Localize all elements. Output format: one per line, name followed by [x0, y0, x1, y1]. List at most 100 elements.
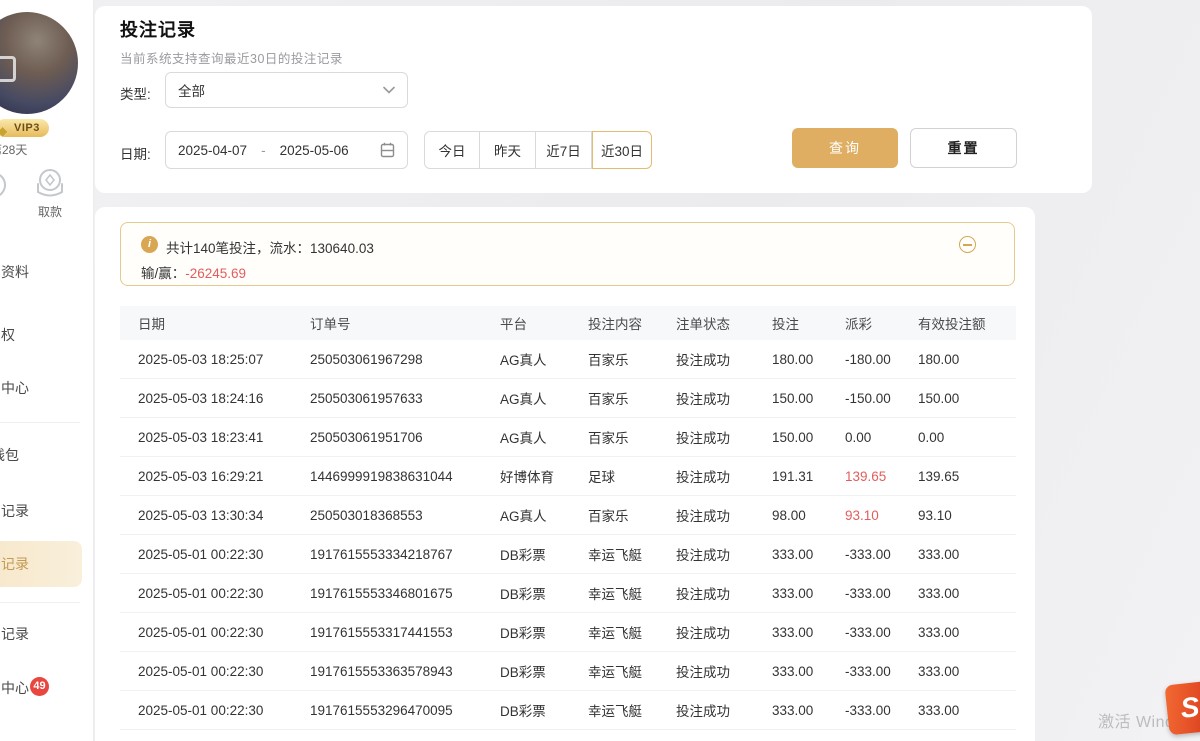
cell-valid-bet: 139.65 — [918, 469, 1016, 484]
sidebar-divider — [0, 602, 80, 603]
col-header-content: 投注内容 — [588, 313, 676, 333]
cell-date: 2025-05-03 18:23:41 — [138, 430, 310, 445]
quick-range-button[interactable]: 近30日 — [592, 131, 652, 169]
table-row: 2025-05-01 00:22:30 1917615553363578943 … — [120, 652, 1016, 691]
table-row: 2025-05-01 00:22:30 1917615553296470095 … — [120, 691, 1016, 730]
collapse-icon[interactable] — [959, 236, 976, 253]
chevron-down-icon — [383, 86, 395, 94]
cell-bet-amount: 333.00 — [772, 586, 845, 601]
cell-order-number: 250503061951706 — [310, 430, 500, 445]
quick-range-button[interactable]: 昨天 — [480, 131, 536, 169]
sidebar-item-records-2[interactable]: 记录 — [0, 624, 94, 646]
summary-totals-text: 共计140笔投注，流水：130640.03 — [166, 237, 374, 257]
cell-bet-amount: 150.00 — [772, 430, 845, 445]
betting-records-page: ◆ VIP3 第28天 取款 资料 权 中心 钱包 记录 记录 记录 — [0, 0, 1200, 741]
cell-valid-bet: 333.00 — [918, 703, 1016, 718]
cell-bet-content: 百家乐 — [588, 349, 676, 369]
cell-payout: 93.10 — [845, 508, 918, 523]
search-button[interactable]: 查询 — [792, 128, 898, 168]
cell-bet-amount: 191.31 — [772, 469, 845, 484]
cell-date: 2025-05-03 18:24:16 — [138, 391, 310, 406]
cell-bet-content: 百家乐 — [588, 505, 676, 525]
cell-payout: 0.00 — [845, 430, 918, 445]
col-header-date: 日期 — [138, 313, 310, 333]
signin-days-text: 第28天 — [0, 141, 70, 158]
page-subtitle: 当前系统支持查询最近30日的投注记录 — [120, 48, 343, 67]
winloss-value: -26245.69 — [185, 266, 246, 281]
date-end-value: 2025-05-06 — [280, 143, 349, 158]
sidebar-item-wallet[interactable]: 钱包 — [0, 445, 94, 467]
betting-records-table: 日期 订单号 平台 投注内容 注单状态 投注 派彩 有效投注额 2025-05-… — [120, 306, 1016, 730]
sidebar-item-center[interactable]: 中心 — [0, 378, 94, 400]
reset-button[interactable]: 重置 — [910, 128, 1017, 168]
cell-platform: AG真人 — [500, 505, 588, 525]
cell-platform: DB彩票 — [500, 583, 588, 603]
cell-order-number: 1917615553334218767 — [310, 547, 500, 562]
cell-payout: -333.00 — [845, 586, 918, 601]
cell-status: 投注成功 — [676, 505, 772, 525]
sidebar-divider — [0, 422, 80, 423]
cell-order-number: 250503061957633 — [310, 391, 500, 406]
cell-order-number: 1917615553317441553 — [310, 625, 500, 640]
col-header-payout: 派彩 — [845, 313, 918, 333]
sidebar-item-betting-records-active[interactable]: 记录 — [0, 541, 82, 587]
cell-valid-bet: 180.00 — [918, 352, 1016, 367]
cell-bet-content: 幸运飞艇 — [588, 661, 676, 681]
col-header-status: 注单状态 — [676, 313, 772, 333]
sidebar-item-privilege[interactable]: 权 — [0, 325, 94, 347]
table-row: 2025-05-01 00:22:30 1917615553346801675 … — [120, 574, 1016, 613]
cell-date: 2025-05-01 00:22:30 — [138, 703, 310, 718]
cell-bet-content: 百家乐 — [588, 388, 676, 408]
cell-status: 投注成功 — [676, 544, 772, 564]
cell-bet-content: 百家乐 — [588, 427, 676, 447]
type-label: 类型: — [120, 83, 151, 103]
cell-valid-bet: 333.00 — [918, 547, 1016, 562]
vip-badge: ◆ VIP3 — [0, 119, 49, 137]
sidebar-item-records-1[interactable]: 记录 — [0, 501, 94, 523]
col-header-bet: 投注 — [772, 313, 845, 333]
date-start-value: 2025-04-07 — [178, 143, 247, 158]
sidebar-item-profile[interactable]: 资料 — [0, 262, 94, 284]
cell-payout: -333.00 — [845, 547, 918, 562]
date-range-picker[interactable]: 2025-04-07 - 2025-05-06 — [165, 131, 408, 169]
cell-valid-bet: 333.00 — [918, 586, 1016, 601]
floating-s-logo[interactable]: S — [1165, 681, 1200, 736]
cell-bet-amount: 333.00 — [772, 703, 845, 718]
cell-bet-amount: 333.00 — [772, 625, 845, 640]
avatar[interactable] — [0, 12, 78, 114]
table-row: 2025-05-03 13:30:34 250503018368553 AG真人… — [120, 496, 1016, 535]
withdraw-icon — [32, 166, 68, 200]
type-select[interactable]: 全部 — [165, 72, 408, 108]
cell-payout: -150.00 — [845, 391, 918, 406]
cell-payout: -180.00 — [845, 352, 918, 367]
cell-bet-content: 幸运飞艇 — [588, 700, 676, 720]
cell-bet-amount: 150.00 — [772, 391, 845, 406]
cell-date: 2025-05-01 00:22:30 — [138, 586, 310, 601]
quick-range-button[interactable]: 今日 — [424, 131, 480, 169]
deposit-icon[interactable] — [0, 170, 8, 200]
table-header-row: 日期 订单号 平台 投注内容 注单状态 投注 派彩 有效投注额 — [120, 306, 1016, 340]
quick-range-button[interactable]: 近7日 — [536, 131, 592, 169]
withdraw-button[interactable]: 取款 — [24, 166, 76, 220]
cell-valid-bet: 93.10 — [918, 508, 1016, 523]
vip-badge-label: VIP3 — [14, 122, 40, 134]
cell-platform: AG真人 — [500, 388, 588, 408]
cell-date: 2025-05-01 00:22:30 — [138, 547, 310, 562]
cell-bet-amount: 333.00 — [772, 664, 845, 679]
cell-platform: AG真人 — [500, 349, 588, 369]
cell-order-number: 1917615553296470095 — [310, 703, 500, 718]
cell-status: 投注成功 — [676, 622, 772, 642]
summary-banner: i 共计140笔投注，流水：130640.03 输/赢：-26245.69 — [120, 222, 1015, 286]
cell-platform: DB彩票 — [500, 661, 588, 681]
cell-order-number: 1446999919838631044 — [310, 469, 500, 484]
cell-bet-amount: 180.00 — [772, 352, 845, 367]
cell-platform: DB彩票 — [500, 622, 588, 642]
cell-bet-amount: 333.00 — [772, 547, 845, 562]
cell-bet-content: 幸运飞艇 — [588, 583, 676, 603]
table-row: 2025-05-03 18:23:41 250503061951706 AG真人… — [120, 418, 1016, 457]
cell-platform: DB彩票 — [500, 544, 588, 564]
cell-platform: DB彩票 — [500, 700, 588, 720]
unread-count-badge: 49 — [30, 677, 49, 696]
page-title: 投注记录 — [120, 16, 196, 42]
date-label: 日期: — [120, 143, 151, 163]
